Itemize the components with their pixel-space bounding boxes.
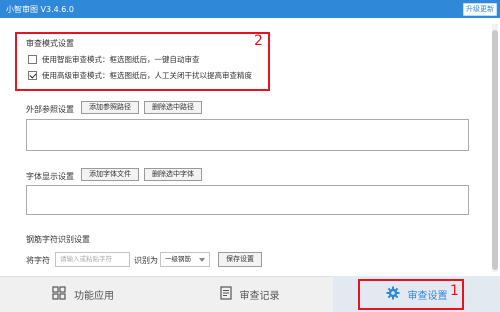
- font-list[interactable]: [26, 185, 469, 215]
- char-input[interactable]: 请输入或粘贴字符: [55, 252, 130, 267]
- rebar-settings-title: 钢筋字符识别设置: [26, 235, 90, 244]
- upgrade-button[interactable]: 升级更新: [463, 3, 497, 16]
- add-font-file-button[interactable]: 添加字体文件: [81, 168, 139, 181]
- char-label: 将字符: [26, 256, 50, 265]
- document-icon: [219, 285, 232, 303]
- grid-icon: [52, 285, 66, 303]
- title-bar: 小智审图 V3.4.6.0 升级更新: [0, 0, 500, 18]
- app-title: 小智审图 V3.4.6.0: [6, 5, 75, 14]
- highlight-box-settings-tab: [358, 279, 464, 310]
- tab-functions-label: 功能应用: [74, 290, 114, 302]
- add-ref-path-button[interactable]: 添加参照路径: [81, 101, 139, 114]
- ref-path-list[interactable]: [26, 119, 469, 151]
- tab-review-records-label: 审查记录: [239, 290, 280, 302]
- annotation-number-2: 2: [254, 33, 263, 49]
- font-display-title: 字体显示设置: [26, 172, 74, 181]
- rebar-grade-value: 一级钢筋: [165, 255, 191, 263]
- scrollbar-thumb[interactable]: [492, 30, 498, 270]
- highlight-box-review-mode: [15, 32, 270, 91]
- tab-review-records[interactable]: 审查记录: [166, 276, 333, 312]
- annotation-number-1: 1: [450, 283, 459, 299]
- delete-font-button[interactable]: 删除选中字体: [144, 168, 202, 181]
- identify-as-label: 识别为: [134, 256, 158, 265]
- delete-ref-path-button[interactable]: 删除选中路径: [144, 101, 202, 114]
- rebar-grade-select[interactable]: 一级钢筋: [160, 252, 210, 267]
- external-ref-title: 外部参照设置: [26, 105, 74, 114]
- tab-functions[interactable]: 功能应用: [0, 276, 166, 312]
- save-settings-button[interactable]: 保存设置: [218, 252, 262, 267]
- chevron-down-icon: [199, 258, 205, 262]
